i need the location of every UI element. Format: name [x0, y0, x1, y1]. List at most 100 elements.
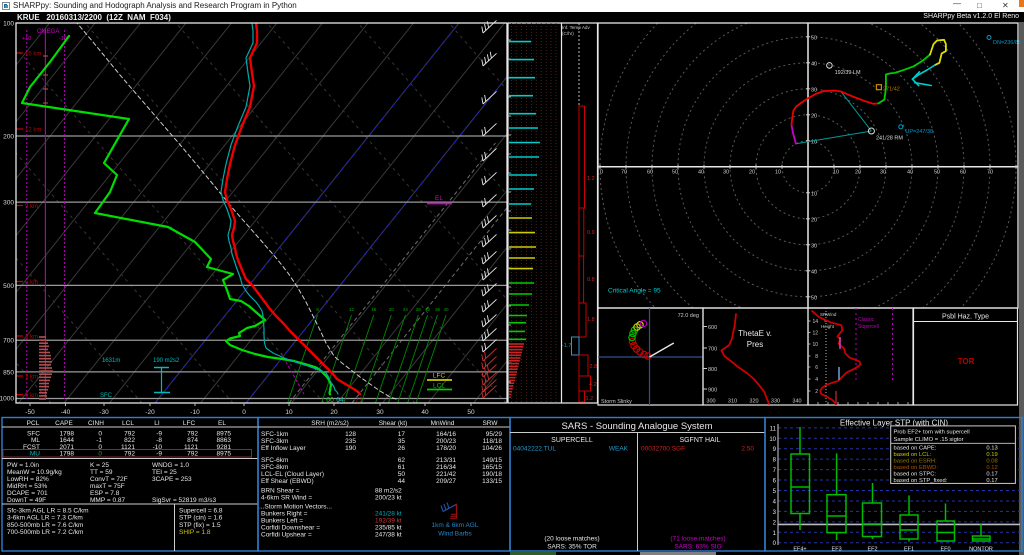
svg-text:Shear (kt): Shear (kt) [379, 420, 408, 427]
svg-text:40: 40 [811, 269, 817, 275]
svg-text:0.12: 0.12 [986, 465, 997, 471]
svg-text:4: 4 [815, 377, 818, 383]
svg-text:based on CAPE:: based on CAPE: [894, 446, 937, 452]
svg-text:SARS: 63% SIG: SARS: 63% SIG [674, 544, 721, 551]
svg-text:PW = 1.0in: PW = 1.0in [7, 462, 39, 469]
svg-text:20: 20 [330, 409, 338, 416]
svg-text:50: 50 [398, 471, 406, 478]
svg-text:700: 700 [708, 347, 717, 353]
svg-text:EL: EL [435, 195, 443, 202]
svg-text:192/39 kt: 192/39 kt [375, 518, 402, 525]
svg-text:(C/hr): (C/hr) [562, 31, 574, 36]
svg-text:12: 12 [349, 307, 355, 312]
svg-text:DCAPE = 701: DCAPE = 701 [7, 490, 48, 497]
svg-text:209/27: 209/27 [436, 478, 456, 485]
svg-text:88 m2/s2: 88 m2/s2 [375, 488, 402, 495]
svg-text:+10: +10 [22, 36, 31, 42]
svg-text:based on LCL:: based on LCL: [894, 452, 932, 458]
svg-text:61: 61 [398, 464, 406, 471]
svg-text:Sample CLIMO = .15 sigtor: Sample CLIMO = .15 sigtor [894, 437, 964, 443]
svg-text:50: 50 [811, 295, 817, 301]
svg-text:K = 25: K = 25 [90, 462, 109, 469]
svg-text:based on EBWD:: based on EBWD: [894, 465, 939, 471]
svg-text:-40: -40 [61, 409, 71, 416]
svg-text:70: 70 [987, 170, 993, 176]
svg-text:4: 4 [773, 499, 777, 505]
svg-text:40: 40 [698, 170, 704, 176]
svg-text:Supercell = 6.8: Supercell = 6.8 [179, 508, 223, 515]
svg-text:14: 14 [812, 319, 818, 325]
svg-text:100: 100 [3, 21, 14, 28]
svg-text:Bunkers Right =: Bunkers Right = [261, 511, 308, 518]
svg-text:0.9: 0.9 [587, 230, 595, 236]
svg-text:SFC-6km: SFC-6km [261, 457, 288, 464]
svg-text:...Storm Motion Vectors...: ...Storm Motion Vectors... [259, 504, 332, 511]
svg-text:0.17: 0.17 [986, 472, 997, 478]
svg-text:40: 40 [907, 170, 913, 176]
svg-text:70: 70 [621, 170, 627, 176]
svg-text:330: 330 [771, 399, 780, 405]
svg-text:Wind Barbs: Wind Barbs [438, 531, 472, 538]
svg-text:36: 36 [435, 307, 441, 312]
svg-text:50: 50 [934, 170, 940, 176]
svg-text:LCL: LCL [433, 383, 445, 390]
svg-text:164/16: 164/16 [436, 431, 456, 438]
svg-text:SARS - Sounding Analogue Syste: SARS - Sounding Analogue System [561, 421, 712, 432]
svg-text:62: 62 [398, 457, 406, 464]
svg-text:30: 30 [723, 170, 729, 176]
svg-text:based on STP_fixed:: based on STP_fixed: [894, 478, 948, 484]
svg-text:maxT = 75F: maxT = 75F [90, 483, 125, 490]
svg-text:Inf. Temp Adv: Inf. Temp Adv [562, 25, 590, 30]
svg-text:9: 9 [773, 447, 777, 453]
svg-text:149/15: 149/15 [482, 457, 502, 464]
svg-text:850-500mb LR = 7.6 C/km: 850-500mb LR = 7.6 C/km [7, 522, 83, 529]
svg-text:1631m: 1631m [102, 358, 120, 364]
svg-text:(71 loose matches): (71 loose matches) [670, 536, 725, 543]
svg-text:EL: EL [218, 420, 226, 427]
svg-text:300: 300 [706, 399, 715, 405]
svg-text:0: 0 [600, 170, 603, 176]
svg-text:20: 20 [749, 170, 755, 176]
svg-text:235: 235 [345, 438, 356, 445]
svg-text:0.13: 0.13 [986, 446, 997, 452]
svg-text:1.2: 1.2 [586, 396, 594, 402]
svg-text:30: 30 [880, 170, 886, 176]
svg-text:17: 17 [398, 431, 406, 438]
svg-text:213/31: 213/31 [436, 457, 456, 464]
svg-text:SigSvr = 52819 m3/s3: SigSvr = 52819 m3/s3 [152, 497, 217, 504]
svg-text:SFC: SFC [100, 393, 113, 399]
svg-text:1km & 6km AGL: 1km & 6km AGL [432, 522, 479, 529]
svg-text:ConvT = 72F: ConvT = 72F [90, 476, 128, 483]
svg-text:50: 50 [672, 170, 678, 176]
svg-text:0.8: 0.8 [587, 277, 595, 283]
svg-text:PCL: PCL [27, 420, 40, 427]
svg-text:0.19: 0.19 [986, 452, 997, 458]
svg-text:1 km: 1 km [25, 375, 38, 381]
svg-text:TOR: TOR [958, 357, 975, 366]
svg-text:12: 12 [812, 331, 818, 337]
svg-text:4.2: 4.2 [589, 382, 597, 388]
svg-text:Eff Shear (EBWD): Eff Shear (EBWD) [261, 478, 314, 485]
svg-text:CINH: CINH [88, 420, 104, 427]
svg-text:60: 60 [960, 170, 966, 176]
svg-text:30: 30 [811, 87, 817, 93]
svg-text:6: 6 [773, 479, 777, 485]
svg-text:SRWind: SRWind [820, 312, 837, 317]
svg-text:60: 60 [647, 170, 653, 176]
svg-text:0.17: 0.17 [986, 478, 997, 484]
svg-text:MeanW = 10.9g/kg: MeanW = 10.9g/kg [7, 469, 62, 476]
svg-text:128: 128 [345, 431, 356, 438]
svg-text:SRH (m2/s2): SRH (m2/s2) [311, 420, 349, 427]
svg-text:UP=247/38: UP=247/38 [905, 129, 933, 135]
svg-text:200/23 kt: 200/23 kt [375, 495, 402, 502]
svg-text:26: 26 [398, 445, 406, 452]
svg-text:(20 loose matches): (20 loose matches) [544, 536, 599, 543]
svg-text:235/85 kt: 235/85 kt [375, 525, 402, 532]
svg-text:700-500mb LR = 7.2 C/km: 700-500mb LR = 7.2 C/km [7, 529, 83, 536]
svg-text:LCL: LCL [122, 420, 134, 427]
svg-text:310: 310 [728, 399, 737, 405]
svg-text:LI: LI [154, 420, 160, 427]
svg-text:Classic: Classic [858, 317, 875, 323]
svg-text:WEAK: WEAK [609, 446, 629, 453]
svg-text:3-6km AGL LR = 7.3 C/km: 3-6km AGL LR = 7.3 C/km [7, 515, 83, 522]
